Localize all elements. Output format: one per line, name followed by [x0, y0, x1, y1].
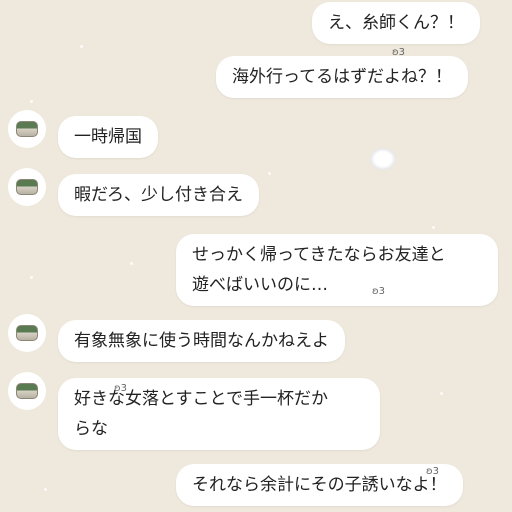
- message-text-line: らな: [74, 419, 108, 439]
- message-text: え、糸師くん？！: [328, 13, 464, 33]
- matcha-cup-icon: [16, 383, 38, 399]
- message-text: 有象無象に使う時間なんかねえよ: [74, 331, 329, 351]
- background-sparkle: [440, 392, 443, 395]
- reaction-icon: ʚ3: [114, 383, 128, 394]
- sparkle-icon: [370, 148, 396, 170]
- matcha-cup-icon: [16, 179, 38, 195]
- message-bubble-outgoing[interactable]: え、糸師くん？！: [312, 2, 480, 44]
- background-sparkle: [44, 488, 47, 491]
- background-sparkle: [80, 45, 83, 48]
- message-bubble-outgoing[interactable]: 海外行ってるはずだよね？！: [216, 56, 468, 98]
- background-sparkle: [30, 100, 33, 103]
- matcha-cup-icon: [16, 325, 38, 341]
- background-sparkle: [268, 172, 271, 175]
- message-text: 一時帰国: [74, 127, 142, 147]
- message-text-line: 遊べばいいのに…: [192, 275, 328, 295]
- background-sparkle: [432, 226, 435, 229]
- message-text: 暇だろ、少し付き合え: [74, 185, 243, 205]
- reaction-icon: ʚ3: [426, 466, 440, 477]
- message-text-line: せっかく帰ってきたならお友達と: [192, 245, 446, 265]
- message-bubble-incoming[interactable]: 有象無象に使う時間なんかねえよ: [58, 320, 345, 362]
- matcha-cup-avatar[interactable]: [8, 110, 46, 148]
- reaction-icon: ʚ3: [392, 47, 406, 58]
- message-bubble-outgoing[interactable]: それなら余計にその子誘いなよ！: [176, 464, 463, 506]
- background-sparkle: [30, 276, 33, 279]
- matcha-cup-avatar[interactable]: [8, 314, 46, 352]
- matcha-cup-avatar[interactable]: [8, 168, 46, 206]
- chat-thread: え、糸師くん？！ 海外行ってるはずだよね？！ ʚ3 一時帰国 暇だろ、少し付き合…: [0, 0, 512, 512]
- matcha-cup-icon: [16, 121, 38, 137]
- reaction-icon: ʚ3: [372, 286, 386, 297]
- message-text: それなら余計にその子誘いなよ！: [192, 475, 447, 495]
- message-bubble-incoming[interactable]: 暇だろ、少し付き合え: [58, 174, 259, 216]
- matcha-cup-avatar[interactable]: [8, 372, 46, 410]
- message-bubble-incoming[interactable]: 好きな女落とすことで手一杯だか らな: [58, 378, 380, 450]
- message-bubble-incoming[interactable]: 一時帰国: [58, 116, 158, 158]
- message-text: 海外行ってるはずだよね？！: [232, 67, 452, 87]
- message-bubble-outgoing[interactable]: せっかく帰ってきたならお友達と 遊べばいいのに…: [176, 234, 498, 306]
- background-sparkle: [130, 262, 133, 265]
